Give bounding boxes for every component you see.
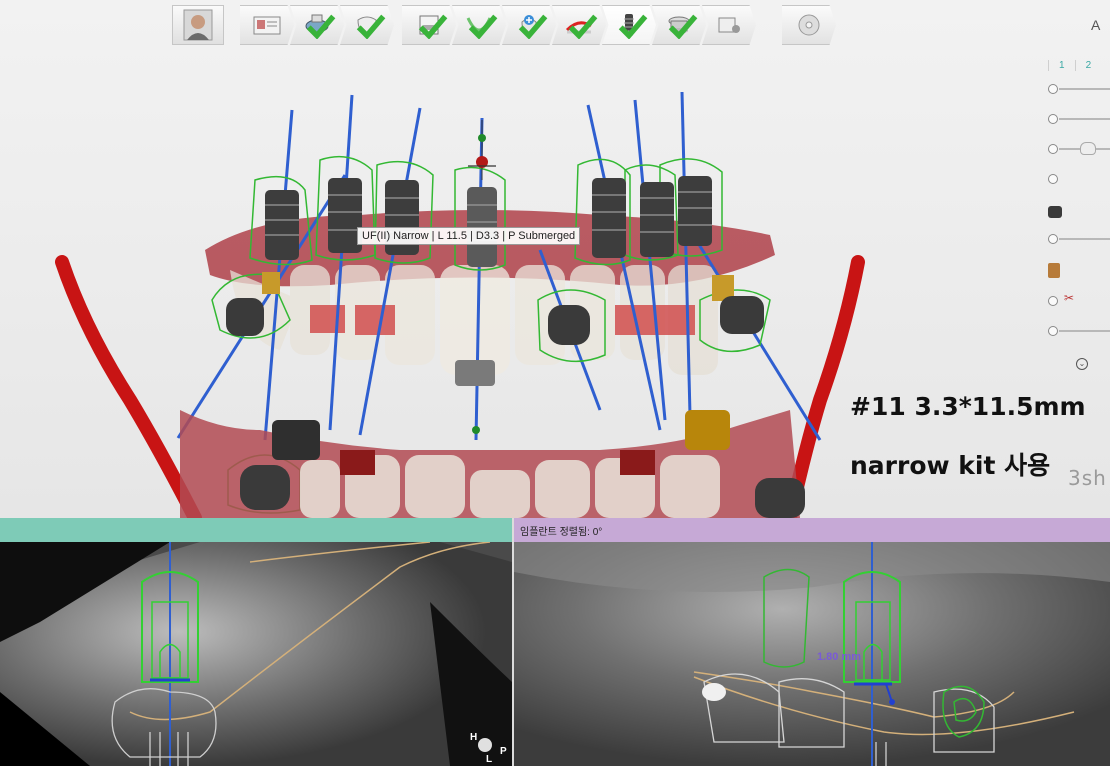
ct-cross-section-left[interactable]: H L P [0, 518, 512, 766]
orientation-head-icon [478, 738, 492, 752]
dental-3d-scene[interactable] [0, 0, 1110, 518]
scissors-icon: ✂ [1064, 291, 1075, 305]
visibility-slider-implants[interactable] [1048, 231, 1110, 247]
implant-object-icon [1048, 206, 1062, 218]
orientation-l: L [486, 754, 493, 765]
caption-kit: narrow kit 사용 [850, 451, 1051, 480]
panel-tab-1[interactable]: 1 [1048, 60, 1065, 71]
ct-cross-section-right[interactable]: 임플란트 정렬됨: 0° 1.80 mm [514, 518, 1110, 766]
sleeve-object-icon [1048, 263, 1060, 278]
ct-left-header [0, 518, 512, 542]
ct-right-image[interactable] [514, 542, 1110, 766]
watermark: 3sh [1068, 466, 1107, 490]
caption-implant-size: #11 3.3*11.5mm [850, 392, 1086, 421]
measurement-label: 1.80 mm [817, 651, 862, 663]
panel-tabs: 1 2 [1048, 60, 1091, 71]
tooth-icon [1080, 142, 1096, 155]
visibility-slider-teeth[interactable] [1048, 141, 1110, 157]
panel-tab-2[interactable]: 2 [1074, 60, 1091, 71]
visibility-toggle-3[interactable] [1048, 171, 1110, 187]
ct-left-image[interactable] [0, 542, 512, 766]
visibility-slider-4[interactable] [1048, 323, 1110, 339]
implant-tooltip: UF(II) Narrow | L 11.5 | D3.3 | P Submer… [357, 227, 581, 245]
visibility-slider-1[interactable] [1048, 81, 1110, 97]
orientation-h: H [470, 732, 478, 743]
visibility-slider-2[interactable] [1048, 111, 1110, 127]
ct-right-header: 임플란트 정렬됨: 0° [514, 518, 1110, 542]
orientation-p: P [500, 746, 507, 757]
expand-more-icon[interactable]: ⌄ [1076, 358, 1088, 370]
nerve-canal-right [783, 255, 865, 518]
3d-viewport[interactable]: A UF(II) Narrow | L 11.5 | D3.3 | P Subm… [0, 0, 1110, 518]
nerve-canal-left [55, 255, 202, 518]
ct-right-title: 임플란트 정렬됨: 0° [520, 527, 603, 538]
object-visibility-panel: 1 2 ✂ ⌄ [1048, 55, 1110, 385]
visibility-toggle-cut[interactable]: ✂ [1048, 291, 1110, 309]
